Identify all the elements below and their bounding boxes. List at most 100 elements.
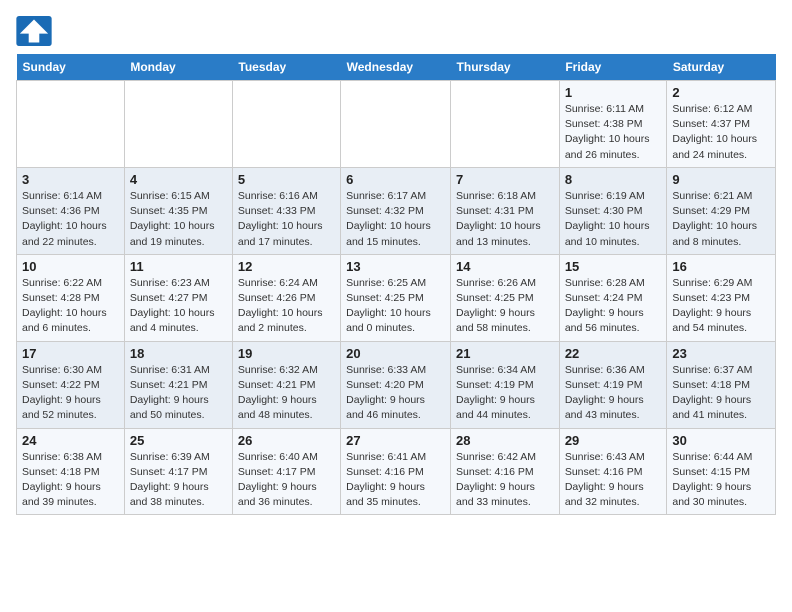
day-detail: Sunrise: 6:37 AM Sunset: 4:18 PM Dayligh… [672, 363, 770, 424]
calendar-cell [124, 81, 232, 168]
calendar-cell: 10 Sunrise: 6:22 AM Sunset: 4:28 PM Dayli… [17, 254, 125, 341]
day-number: 20 [346, 346, 445, 361]
day-number: 30 [672, 433, 770, 448]
calendar-cell: 23 Sunrise: 6:37 AM Sunset: 4:18 PM Dayli… [667, 341, 776, 428]
calendar-week-2: 3 Sunrise: 6:14 AM Sunset: 4:36 PM Daylig… [17, 167, 776, 254]
day-detail: Sunrise: 6:17 AM Sunset: 4:32 PM Dayligh… [346, 189, 445, 250]
day-number: 25 [130, 433, 227, 448]
weekday-header-thursday: Thursday [451, 54, 560, 81]
day-number: 1 [565, 85, 662, 100]
day-number: 2 [672, 85, 770, 100]
day-number: 28 [456, 433, 554, 448]
calendar-table: SundayMondayTuesdayWednesdayThursdayFrid… [16, 54, 776, 515]
calendar-cell: 20Sunrise: 6:33 AM Sunset: 4:20 PM Dayli… [341, 341, 451, 428]
day-number: 14 [456, 259, 554, 274]
calendar-cell: 30 Sunrise: 6:44 AM Sunset: 4:15 PM Dayli… [667, 428, 776, 515]
day-number: 21 [456, 346, 554, 361]
day-detail: Sunrise: 6:39 AM Sunset: 4:17 PM Dayligh… [130, 450, 227, 511]
day-number: 3 [22, 172, 119, 187]
day-number: 10 [22, 259, 119, 274]
calendar-header: SundayMondayTuesdayWednesdayThursdayFrid… [17, 54, 776, 81]
calendar-cell [451, 81, 560, 168]
day-number: 5 [238, 172, 335, 187]
day-number: 11 [130, 259, 227, 274]
day-detail: Sunrise: 6:29 AM Sunset: 4:23 PM Dayligh… [672, 276, 770, 337]
day-number: 12 [238, 259, 335, 274]
day-detail: Sunrise: 6:16 AM Sunset: 4:33 PM Dayligh… [238, 189, 335, 250]
calendar-cell [341, 81, 451, 168]
day-number: 19 [238, 346, 335, 361]
day-number: 13 [346, 259, 445, 274]
calendar-cell: 27 Sunrise: 6:41 AM Sunset: 4:16 PM Dayli… [341, 428, 451, 515]
day-detail: Sunrise: 6:19 AM Sunset: 4:30 PM Dayligh… [565, 189, 662, 250]
calendar-cell: 28 Sunrise: 6:42 AM Sunset: 4:16 PM Dayli… [451, 428, 560, 515]
day-detail: Sunrise: 6:18 AM Sunset: 4:31 PM Dayligh… [456, 189, 554, 250]
weekday-header-wednesday: Wednesday [341, 54, 451, 81]
day-detail: Sunrise: 6:23 AM Sunset: 4:27 PM Dayligh… [130, 276, 227, 337]
calendar-week-3: 10 Sunrise: 6:22 AM Sunset: 4:28 PM Dayli… [17, 254, 776, 341]
day-detail: Sunrise: 6:28 AM Sunset: 4:24 PM Dayligh… [565, 276, 662, 337]
calendar-cell: 14 Sunrise: 6:26 AM Sunset: 4:25 PM Dayli… [451, 254, 560, 341]
calendar-cell [232, 81, 340, 168]
calendar-cell: 19 Sunrise: 6:32 AM Sunset: 4:21 PM Dayli… [232, 341, 340, 428]
calendar-cell: 4Sunrise: 6:15 AM Sunset: 4:35 PM Daylig… [124, 167, 232, 254]
calendar-cell: 29 Sunrise: 6:43 AM Sunset: 4:16 PM Dayli… [559, 428, 667, 515]
day-detail: Sunrise: 6:14 AM Sunset: 4:36 PM Dayligh… [22, 189, 119, 250]
day-number: 29 [565, 433, 662, 448]
day-detail: Sunrise: 6:15 AM Sunset: 4:35 PM Dayligh… [130, 189, 227, 250]
day-detail: Sunrise: 6:22 AM Sunset: 4:28 PM Dayligh… [22, 276, 119, 337]
calendar-cell: 18Sunrise: 6:31 AM Sunset: 4:21 PM Dayli… [124, 341, 232, 428]
calendar-cell: 3 Sunrise: 6:14 AM Sunset: 4:36 PM Daylig… [17, 167, 125, 254]
calendar-cell: 21 Sunrise: 6:34 AM Sunset: 4:19 PM Dayli… [451, 341, 560, 428]
calendar-cell: 22 Sunrise: 6:36 AM Sunset: 4:19 PM Dayli… [559, 341, 667, 428]
day-detail: Sunrise: 6:42 AM Sunset: 4:16 PM Dayligh… [456, 450, 554, 511]
calendar-week-4: 17 Sunrise: 6:30 AM Sunset: 4:22 PM Dayli… [17, 341, 776, 428]
day-detail: Sunrise: 6:21 AM Sunset: 4:29 PM Dayligh… [672, 189, 770, 250]
calendar-cell: 17 Sunrise: 6:30 AM Sunset: 4:22 PM Dayli… [17, 341, 125, 428]
calendar-cell: 12 Sunrise: 6:24 AM Sunset: 4:26 PM Dayli… [232, 254, 340, 341]
calendar-body: 1 Sunrise: 6:11 AM Sunset: 4:38 PM Daylig… [17, 81, 776, 515]
calendar-cell [17, 81, 125, 168]
day-number: 17 [22, 346, 119, 361]
day-number: 23 [672, 346, 770, 361]
day-detail: Sunrise: 6:11 AM Sunset: 4:38 PM Dayligh… [565, 102, 662, 163]
day-number: 27 [346, 433, 445, 448]
day-detail: Sunrise: 6:24 AM Sunset: 4:26 PM Dayligh… [238, 276, 335, 337]
weekday-header-friday: Friday [559, 54, 667, 81]
calendar-cell: 7 Sunrise: 6:18 AM Sunset: 4:31 PM Daylig… [451, 167, 560, 254]
day-number: 15 [565, 259, 662, 274]
weekday-header-saturday: Saturday [667, 54, 776, 81]
day-number: 7 [456, 172, 554, 187]
day-number: 22 [565, 346, 662, 361]
weekday-header-monday: Monday [124, 54, 232, 81]
day-detail: Sunrise: 6:32 AM Sunset: 4:21 PM Dayligh… [238, 363, 335, 424]
day-detail: Sunrise: 6:40 AM Sunset: 4:17 PM Dayligh… [238, 450, 335, 511]
calendar-cell: 5 Sunrise: 6:16 AM Sunset: 4:33 PM Daylig… [232, 167, 340, 254]
calendar-cell: 26Sunrise: 6:40 AM Sunset: 4:17 PM Dayli… [232, 428, 340, 515]
calendar-cell: 15 Sunrise: 6:28 AM Sunset: 4:24 PM Dayli… [559, 254, 667, 341]
calendar-week-5: 24Sunrise: 6:38 AM Sunset: 4:18 PM Dayli… [17, 428, 776, 515]
day-detail: Sunrise: 6:30 AM Sunset: 4:22 PM Dayligh… [22, 363, 119, 424]
weekday-header-sunday: Sunday [17, 54, 125, 81]
calendar-cell: 16 Sunrise: 6:29 AM Sunset: 4:23 PM Dayli… [667, 254, 776, 341]
day-number: 18 [130, 346, 227, 361]
calendar-cell: 13Sunrise: 6:25 AM Sunset: 4:25 PM Dayli… [341, 254, 451, 341]
calendar-cell: 6Sunrise: 6:17 AM Sunset: 4:32 PM Daylig… [341, 167, 451, 254]
calendar-cell: 25 Sunrise: 6:39 AM Sunset: 4:17 PM Dayli… [124, 428, 232, 515]
logo-icon [16, 16, 52, 46]
calendar-cell: 8 Sunrise: 6:19 AM Sunset: 4:30 PM Daylig… [559, 167, 667, 254]
day-number: 24 [22, 433, 119, 448]
day-number: 16 [672, 259, 770, 274]
calendar-cell: 1 Sunrise: 6:11 AM Sunset: 4:38 PM Daylig… [559, 81, 667, 168]
day-detail: Sunrise: 6:44 AM Sunset: 4:15 PM Dayligh… [672, 450, 770, 511]
day-detail: Sunrise: 6:36 AM Sunset: 4:19 PM Dayligh… [565, 363, 662, 424]
logo [16, 16, 56, 46]
day-detail: Sunrise: 6:34 AM Sunset: 4:19 PM Dayligh… [456, 363, 554, 424]
calendar-cell: 2 Sunrise: 6:12 AM Sunset: 4:37 PM Daylig… [667, 81, 776, 168]
day-detail: Sunrise: 6:26 AM Sunset: 4:25 PM Dayligh… [456, 276, 554, 337]
calendar-week-1: 1 Sunrise: 6:11 AM Sunset: 4:38 PM Daylig… [17, 81, 776, 168]
day-detail: Sunrise: 6:41 AM Sunset: 4:16 PM Dayligh… [346, 450, 445, 511]
day-detail: Sunrise: 6:43 AM Sunset: 4:16 PM Dayligh… [565, 450, 662, 511]
day-detail: Sunrise: 6:12 AM Sunset: 4:37 PM Dayligh… [672, 102, 770, 163]
day-number: 8 [565, 172, 662, 187]
